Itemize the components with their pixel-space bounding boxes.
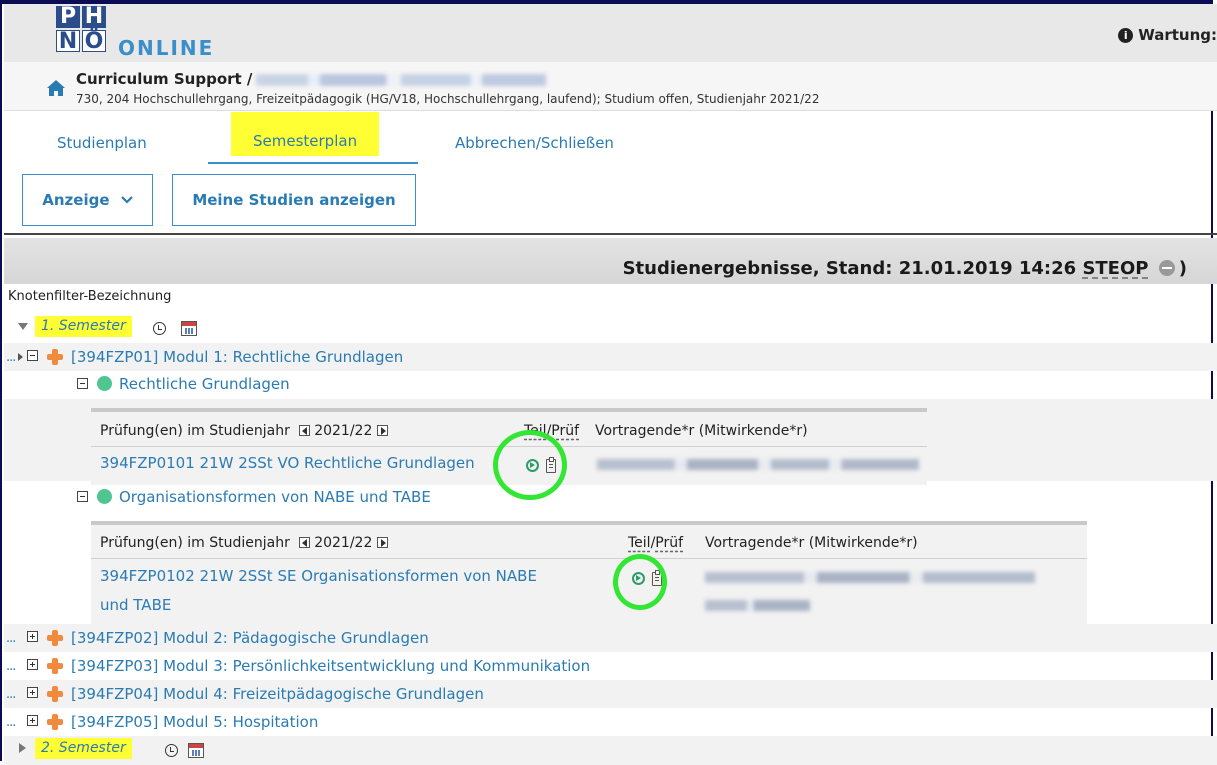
course-status-dot-icon: [97, 489, 112, 504]
collapse-box-icon[interactable]: [27, 350, 38, 361]
closing-paren: ): [1178, 258, 1187, 279]
tab-studienplan[interactable]: Studienplan: [57, 134, 147, 152]
maintenance-label: Wartung:: [1138, 26, 1217, 44]
results-title: Studienergebnisse, Stand: 21.01.2019 14:…: [623, 258, 1187, 279]
clock-icon[interactable]: [165, 744, 178, 757]
info-icon: i: [1118, 28, 1134, 43]
module-cross-icon: [47, 630, 63, 646]
logo-letter-n: N: [56, 30, 80, 53]
tree-dots: ...: [6, 631, 16, 646]
highlight-circle-2: [613, 554, 667, 610]
highlight-circle-1: [493, 430, 567, 500]
tree-dots: ...: [6, 715, 16, 730]
redacted-lecturer-1: [597, 459, 919, 470]
course-1-link[interactable]: Rechtliche Grundlagen: [119, 375, 290, 393]
module-1-link[interactable]: [394FZP01] Modul 1: Rechtliche Grundlage…: [71, 348, 403, 366]
steop-label[interactable]: STEOP: [1082, 258, 1148, 279]
chevron-down-icon: [120, 196, 133, 204]
clock-icon[interactable]: [153, 322, 166, 335]
tree-dots: ...: [6, 687, 16, 702]
redacted-lecturer-2a: [705, 572, 1035, 583]
maintenance-notice[interactable]: i Wartung:: [1118, 26, 1217, 44]
exam-year: 2021/22: [314, 423, 373, 439]
exam-1-link[interactable]: 394FZP0101 21W 2SSt VO Rechtliche Grundl…: [100, 454, 475, 472]
breadcrumb-subtitle: 730, 204 Hochschullehrgang, Freizeitpäda…: [76, 92, 820, 106]
calendar-icon[interactable]: [181, 321, 197, 336]
module-2-link[interactable]: [394FZP02] Modul 2: Pädagogische Grundla…: [71, 629, 429, 647]
brand-online: ONLINE: [118, 36, 215, 60]
ph-noe-logo[interactable]: P H N Ö: [56, 6, 112, 58]
active-tab-indicator: [208, 162, 418, 164]
semester-2-row: [4, 736, 1217, 765]
expand-box-icon[interactable]: [27, 659, 38, 670]
logo-letter-h: H: [82, 6, 106, 28]
collapse-box-icon[interactable]: [77, 378, 88, 389]
section-divider: [4, 233, 1217, 235]
exam-header-2: Prüfung(en) im Studienjahr 2021/22: [100, 535, 388, 551]
pruef-label[interactable]: Prüf: [551, 423, 579, 439]
expand-triangle-icon[interactable]: [19, 743, 26, 753]
lecturers-header-2: Vortragende*r (Mitwirkende*r): [705, 535, 918, 551]
redacted-lecturer-2b: [705, 600, 810, 611]
course-status-dot-icon: [97, 376, 112, 391]
exam-header-label: Prüfung(en) im Studienjahr: [100, 423, 290, 439]
collapse-box-icon[interactable]: [77, 491, 88, 502]
semester-2-label[interactable]: 2. Semester: [35, 738, 132, 759]
expand-box-icon[interactable]: [27, 687, 38, 698]
tab-semesterplan[interactable]: Semesterplan: [231, 112, 380, 156]
exam-header-1: Prüfung(en) im Studienjahr 2021/22: [100, 423, 388, 439]
tree-dots: ...: [6, 350, 16, 365]
breadcrumb-title: Curriculum Support /: [76, 70, 547, 88]
exam-2-link-line2[interactable]: und TABE: [100, 596, 171, 614]
pruef-label[interactable]: Prüf: [655, 535, 683, 551]
course-2-link[interactable]: Organisationsformen von NABE und TABE: [119, 488, 431, 506]
previous-year-icon[interactable]: [298, 425, 310, 436]
logo-letter-p: P: [56, 6, 80, 28]
steop-toggle-icon[interactable]: [1158, 260, 1175, 276]
expand-box-icon[interactable]: [27, 715, 38, 726]
node-filter-label: Knotenfilter-Bezeichnung: [8, 289, 172, 304]
module-4-link[interactable]: [394FZP04] Modul 4: Freizeitpädagogische…: [71, 685, 484, 703]
lecturers-header-1: Vortragende*r (Mitwirkende*r): [595, 423, 808, 439]
table-divider: [91, 558, 1087, 559]
home-icon[interactable]: [46, 79, 66, 97]
module-3-link[interactable]: [394FZP03] Modul 3: Persönlichkeitsentwi…: [71, 657, 590, 675]
previous-year-icon[interactable]: [298, 537, 310, 548]
tab-abbrechen-schliessen[interactable]: Abbrechen/Schließen: [455, 134, 614, 152]
module-cross-icon: [47, 349, 63, 365]
logo-letter-oe: Ö: [82, 30, 106, 53]
module-cross-icon: [47, 714, 63, 730]
redacted-name: [256, 73, 547, 86]
teil-label[interactable]: Teil: [628, 535, 651, 551]
calendar-icon[interactable]: [188, 743, 204, 758]
module-5-link[interactable]: [394FZP05] Modul 5: Hospitation: [71, 713, 318, 731]
display-button-label: Anzeige: [42, 191, 110, 209]
tree-dots: ...: [6, 659, 16, 674]
next-year-icon[interactable]: [376, 537, 388, 548]
results-title-text: Studienergebnisse, Stand: 21.01.2019 14:…: [622, 258, 1077, 279]
show-my-studies-button[interactable]: Meine Studien anzeigen: [172, 174, 416, 226]
module-cross-icon: [47, 686, 63, 702]
tree-arrow-icon: [18, 353, 23, 361]
exam-2-link-line1[interactable]: 394FZP0102 21W 2SSt SE Organisationsform…: [100, 567, 537, 585]
module-cross-icon: [47, 658, 63, 674]
semester-1-label[interactable]: 1. Semester: [35, 316, 132, 337]
display-dropdown-button[interactable]: Anzeige: [22, 174, 153, 226]
expand-box-icon[interactable]: [27, 631, 38, 642]
collapse-triangle-icon[interactable]: [18, 323, 28, 330]
breadcrumb-title-text: Curriculum Support /: [76, 70, 253, 88]
next-year-icon[interactable]: [376, 425, 388, 436]
exam-header-label: Prüfung(en) im Studienjahr: [100, 535, 290, 551]
exam-year: 2021/22: [314, 535, 373, 551]
teil-pruef-header-2: Teil/Prüf: [628, 535, 683, 551]
